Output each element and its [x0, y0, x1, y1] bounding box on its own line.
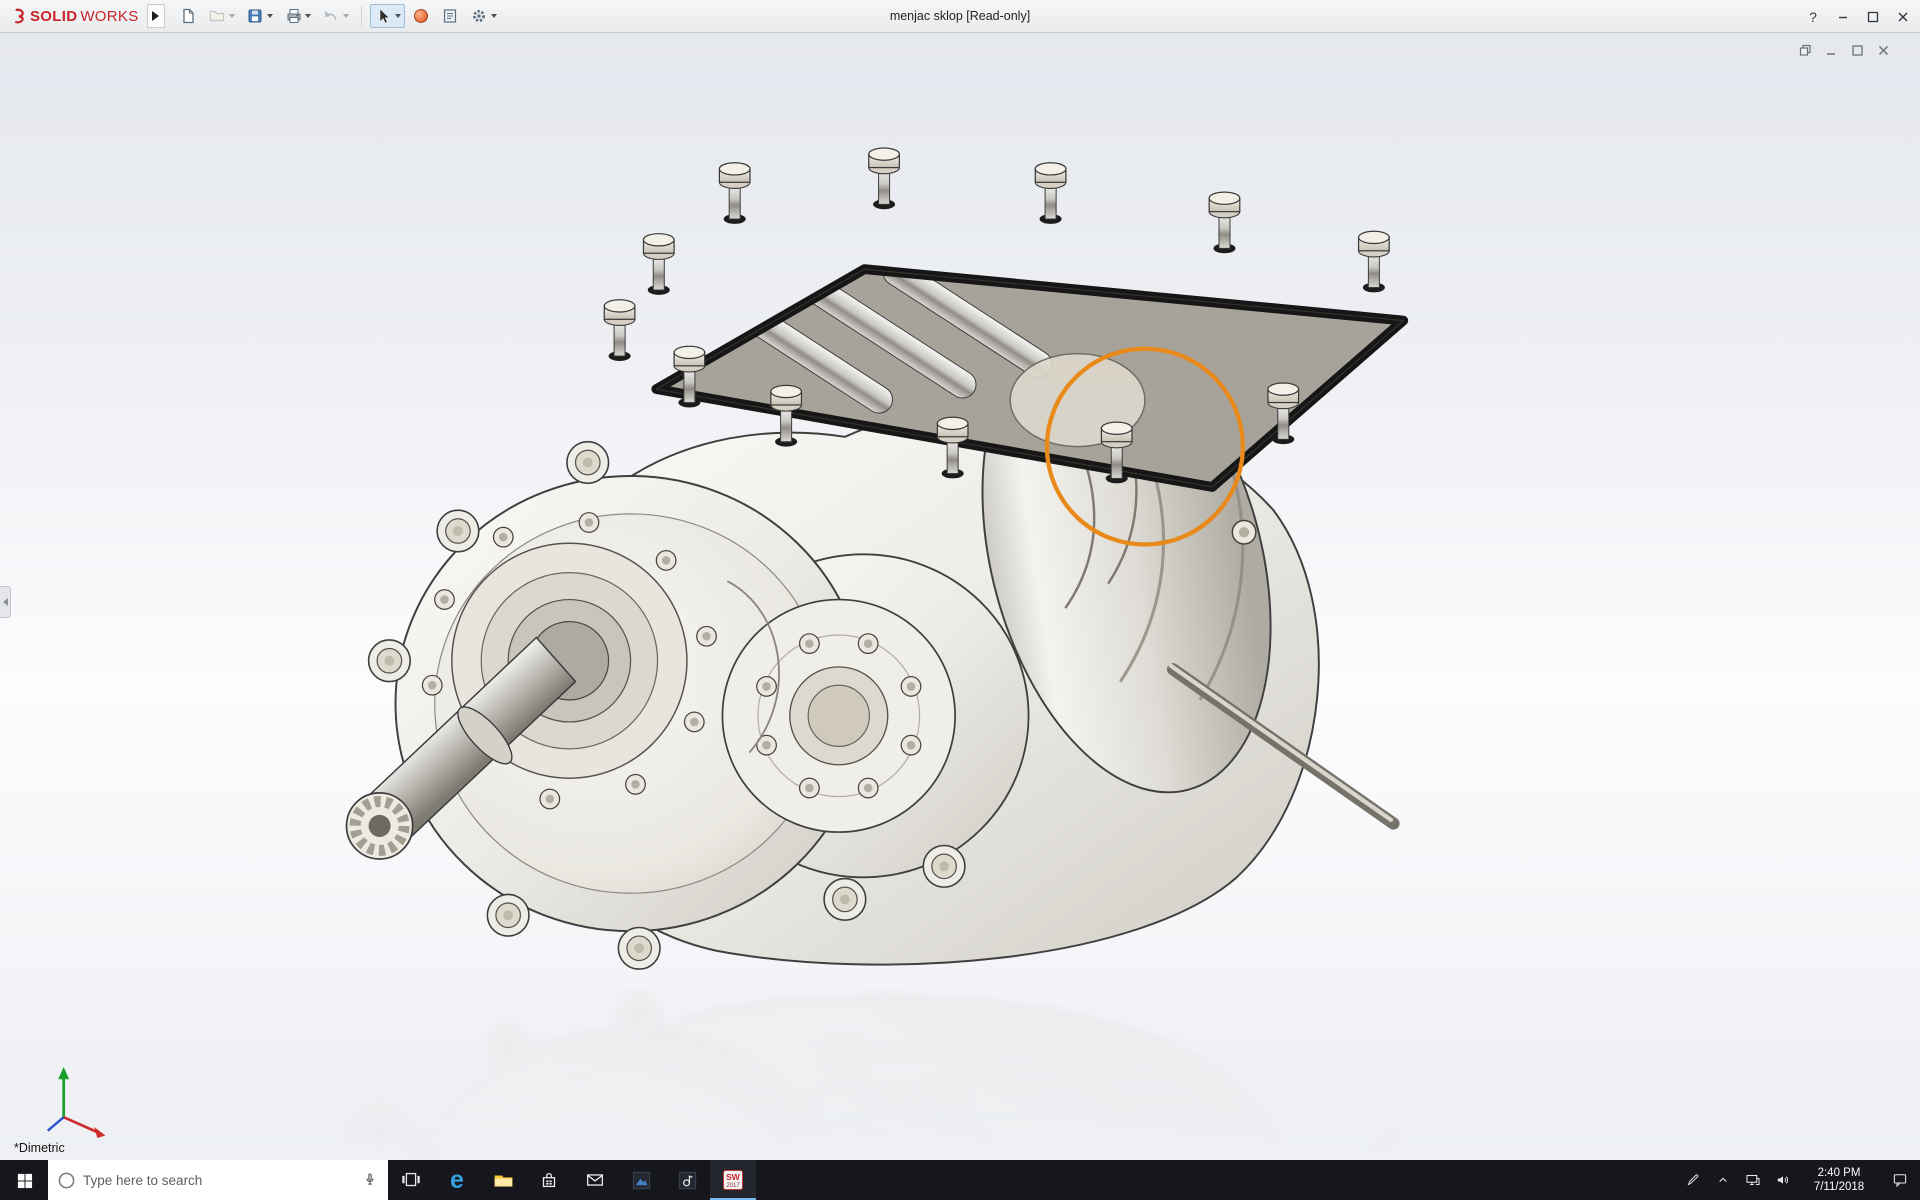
- volume-button[interactable]: [1768, 1160, 1798, 1200]
- brand-text-works: WORKS: [80, 8, 138, 25]
- feature-panel-collapse-handle[interactable]: [0, 586, 11, 618]
- groove-music-icon: [676, 1169, 699, 1192]
- network-button[interactable]: [1738, 1160, 1768, 1200]
- display-settings-button[interactable]: [437, 4, 463, 28]
- appearances-button[interactable]: [408, 4, 434, 28]
- doc-maximize-button[interactable]: [1846, 41, 1868, 59]
- maximize-icon: [1850, 43, 1865, 58]
- dropdown-caret-icon: [395, 14, 401, 18]
- clock-time: 2:40 PM: [1818, 1166, 1861, 1180]
- close-button[interactable]: [1888, 0, 1918, 33]
- windows-ink-button[interactable]: [1678, 1160, 1708, 1200]
- select-cursor-icon: [374, 7, 392, 25]
- toolbar-separator: [361, 6, 362, 26]
- dropdown-caret-icon: [267, 14, 273, 18]
- mail-icon: [584, 1169, 606, 1191]
- edge-app-button[interactable]: e: [434, 1160, 480, 1200]
- mail-app-button[interactable]: [572, 1160, 618, 1200]
- minimize-icon: [1824, 43, 1839, 58]
- graphics-area[interactable]: *Dimetric: [0, 33, 1920, 1160]
- clock-date: 7/11/2018: [1814, 1180, 1864, 1194]
- task-view-icon: [400, 1169, 422, 1191]
- search-input[interactable]: [83, 1173, 354, 1188]
- undo-icon: [322, 7, 340, 25]
- pen-icon: [1684, 1171, 1702, 1189]
- store-icon: [538, 1169, 560, 1191]
- appearance-sphere-icon: [412, 7, 430, 25]
- new-document-icon: [179, 7, 197, 25]
- save-button[interactable]: [242, 4, 277, 28]
- solidworks-app-button[interactable]: SW 2017: [710, 1160, 756, 1200]
- document-window-controls: [1794, 41, 1894, 59]
- model-canvas[interactable]: [0, 33, 1920, 1160]
- help-button[interactable]: ?: [1798, 0, 1828, 33]
- speaker-icon: [1774, 1171, 1792, 1189]
- print-button[interactable]: [280, 4, 315, 28]
- quick-access-toolbar: [175, 4, 501, 28]
- view-orientation-label: *Dimetric: [14, 1141, 65, 1155]
- display-report-icon: [441, 7, 459, 25]
- close-icon: [1876, 43, 1891, 58]
- task-view-button[interactable]: [388, 1160, 434, 1200]
- chevron-up-icon: [1715, 1172, 1731, 1188]
- brand-text-solid: SOLID: [30, 8, 77, 25]
- maximize-button[interactable]: [1858, 0, 1888, 33]
- action-center-button[interactable]: [1880, 1160, 1920, 1200]
- close-icon: [1895, 9, 1911, 25]
- taskbar-search[interactable]: [48, 1160, 388, 1200]
- file-explorer-app-button[interactable]: [480, 1160, 526, 1200]
- desktop: SOLIDWORKS: [0, 0, 1920, 1200]
- open-button[interactable]: [204, 4, 239, 28]
- taskbar-clock[interactable]: 2:40 PM 7/11/2018: [1798, 1160, 1880, 1200]
- dropdown-caret-icon: [491, 14, 497, 18]
- gearbox-model[interactable]: [347, 148, 1404, 969]
- save-floppy-icon: [246, 7, 264, 25]
- options-gear-icon: [470, 7, 488, 25]
- system-tray: 2:40 PM 7/11/2018: [1678, 1160, 1920, 1200]
- flyout-arrow-icon: [152, 11, 159, 21]
- collapse-arrow-icon: [3, 598, 8, 606]
- restore-icon: [1798, 43, 1813, 58]
- new-document-button[interactable]: [175, 4, 201, 28]
- windows-logo-icon: [16, 1172, 33, 1189]
- windows-taskbar: e: [0, 1160, 1920, 1200]
- doc-minimize-button[interactable]: [1820, 41, 1842, 59]
- doc-close-button[interactable]: [1872, 41, 1894, 59]
- dassault-3ds-logo-icon: [8, 7, 27, 26]
- solidworks-logo: SOLIDWORKS: [8, 7, 139, 26]
- cortana-icon: [57, 1171, 76, 1190]
- window-controls: ?: [1798, 0, 1918, 33]
- solidworks-titlebar: SOLIDWORKS: [0, 0, 1920, 33]
- store-app-button[interactable]: [526, 1160, 572, 1200]
- options-button[interactable]: [466, 4, 501, 28]
- svg-text:2017: 2017: [726, 1183, 740, 1189]
- start-button[interactable]: [0, 1160, 48, 1200]
- dropdown-caret-icon: [305, 14, 311, 18]
- photos-icon: [630, 1169, 653, 1192]
- dropdown-caret-icon: [343, 14, 349, 18]
- photos-app-button[interactable]: [618, 1160, 664, 1200]
- open-folder-icon: [208, 7, 226, 25]
- network-icon: [1744, 1171, 1762, 1189]
- print-icon: [284, 7, 302, 25]
- groove-music-app-button[interactable]: [664, 1160, 710, 1200]
- hidden-icons-button[interactable]: [1708, 1160, 1738, 1200]
- select-tool-button[interactable]: [370, 4, 405, 28]
- maximize-icon: [1865, 9, 1881, 25]
- document-title: menjac sklop [Read-only]: [890, 0, 1030, 33]
- action-center-icon: [1891, 1171, 1909, 1189]
- file-explorer-icon: [492, 1169, 515, 1192]
- reflection-fade: [0, 975, 1920, 1160]
- taskbar-empty-space: [756, 1160, 1678, 1200]
- microphone-icon[interactable]: [361, 1170, 379, 1190]
- minimize-icon: [1835, 9, 1851, 25]
- solidworks-taskbar-icon: SW 2017: [721, 1168, 745, 1192]
- undo-button[interactable]: [318, 4, 353, 28]
- dropdown-caret-icon: [229, 14, 235, 18]
- svg-text:SW: SW: [726, 1172, 741, 1182]
- doc-restore-button[interactable]: [1794, 41, 1816, 59]
- edge-icon: e: [450, 1168, 464, 1193]
- minimize-button[interactable]: [1828, 0, 1858, 33]
- menu-flyout-button[interactable]: [147, 4, 165, 28]
